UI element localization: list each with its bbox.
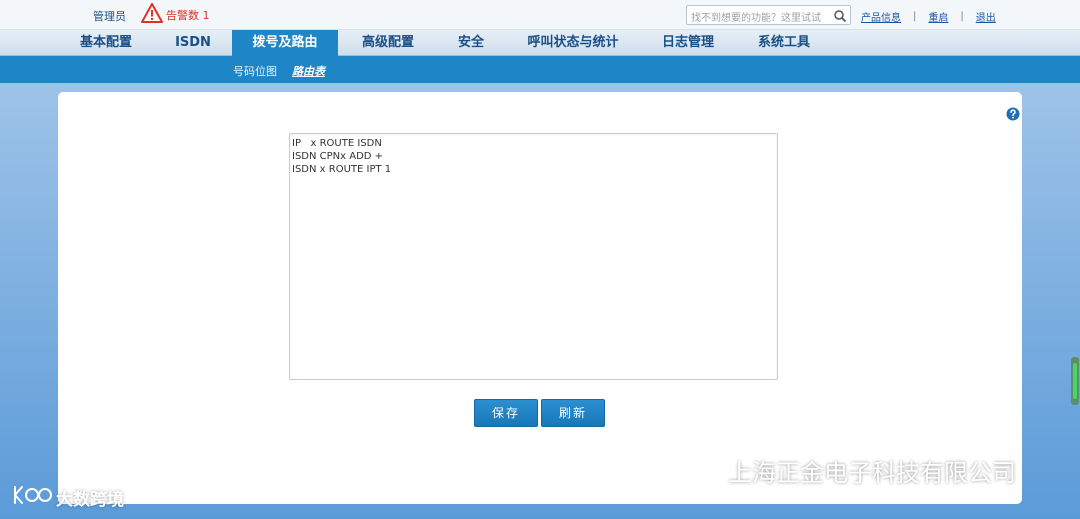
wechat-icon [678,449,722,491]
logout-link[interactable]: 退出 [976,9,996,24]
subtab-number-bitmap[interactable]: 号码位图 [233,63,277,79]
tab-system-tools[interactable]: 系统工具 [742,30,826,56]
company-name: 上海正金电子科技有限公司 [728,458,1016,487]
save-button[interactable]: 保存 [474,399,538,427]
refresh-button[interactable]: 刷新 [541,399,605,427]
tab-call-status-stats[interactable]: 呼叫状态与统计 [514,30,632,56]
tab-log-management[interactable]: 日志管理 [646,30,730,56]
tab-isdn[interactable]: ISDN [160,30,226,56]
tab-advanced-config[interactable]: 高级配置 [344,30,432,56]
sub-nav: 号码位图 路由表 [0,56,1080,83]
product-info-link[interactable]: 产品信息 [861,9,901,24]
main-nav: 基本配置 ISDN 拨号及路由 高级配置 安全 呼叫状态与统计 日志管理 系统工… [0,30,1080,57]
tab-basic-config[interactable]: 基本配置 [62,30,150,56]
top-bar: 管理员 告警数 1 产品信息 | 重启 | 退出 [0,0,1080,30]
search-icon[interactable] [833,8,847,23]
search-box[interactable] [686,5,851,28]
search-input[interactable] [687,9,827,28]
brand-name: 大数跨境 [56,489,124,510]
tab-security[interactable]: 安全 [444,30,498,56]
alarm-indicator[interactable]: 告警数 1 [141,3,210,27]
brand-watermark: 大数跨境 [8,484,124,510]
admin-label: 管理员 [93,10,126,23]
restart-link[interactable]: 重启 [928,9,948,24]
link-separator: | [913,11,917,22]
link-separator: | [960,11,964,22]
warning-icon [141,3,163,27]
top-links: 产品信息 | 重启 | 退出 [861,9,996,24]
alarm-count: 告警数 1 [166,9,210,22]
company-watermark: 上海正金电子科技有限公司 [672,452,1016,488]
tab-dialing-routing[interactable]: 拨号及路由 [232,30,338,57]
brand-logo-icon [12,483,52,512]
routing-table-textarea[interactable]: IP x ROUTE ISDN ISDN CPNx ADD + ISDN x R… [289,133,778,380]
help-icon[interactable] [1006,106,1020,121]
subtab-routing-table[interactable]: 路由表 [292,63,325,79]
scrollbar-thumb[interactable] [1073,363,1077,399]
scrollbar[interactable] [1071,357,1079,405]
